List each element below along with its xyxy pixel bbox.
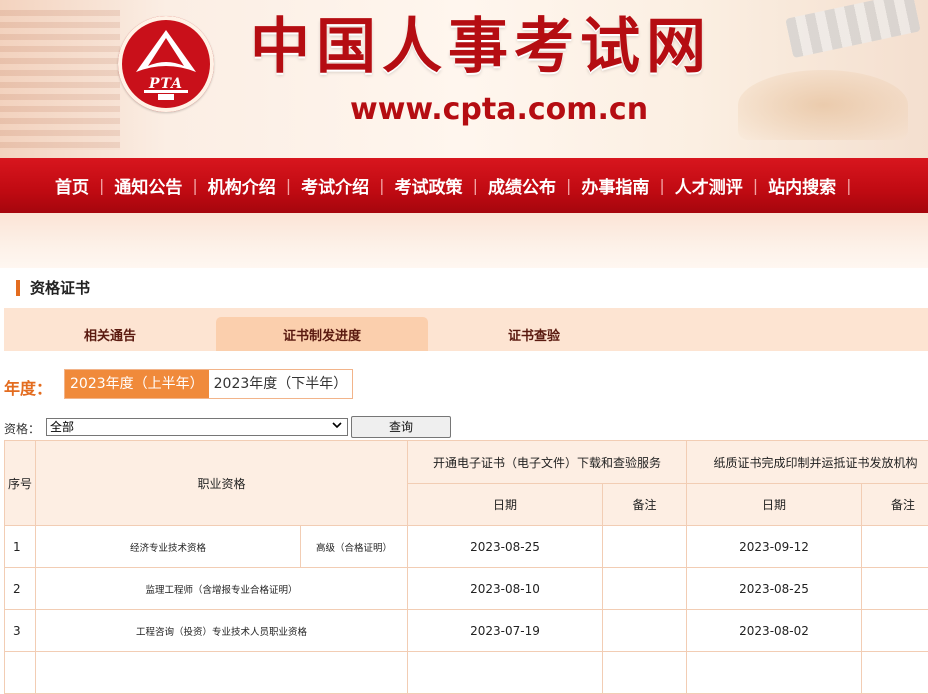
section-title: 资格证书 — [30, 277, 90, 298]
header-no: 序号 — [5, 441, 36, 526]
nav-separator: | — [659, 176, 664, 195]
qualification-filter: 资格： 全部 查询 — [4, 416, 464, 438]
row-no: 2 — [5, 568, 36, 610]
row-no: 3 — [5, 610, 36, 652]
qualification-select[interactable]: 全部 — [46, 418, 348, 436]
header-qualification: 职业资格 — [36, 441, 408, 526]
row-qualification: 经济专业技术资格 — [36, 526, 301, 568]
nav-separator: | — [566, 176, 571, 195]
nav-separator: | — [192, 176, 197, 195]
qualification-select-value: 全部 — [50, 420, 74, 434]
year-options: 2023年度（上半年） 2023年度（下半年） — [64, 369, 353, 399]
nav-item-guide[interactable]: 办事指南 — [581, 173, 649, 198]
row-paper-date: 2023-08-25 — [687, 568, 862, 610]
site-title: 中国人事考试网 — [250, 12, 712, 82]
main-nav: 首页| 通知公告| 机构介绍| 考试介绍| 考试政策| 成绩公布| 办事指南| … — [0, 158, 928, 213]
row-electronic-remark — [603, 610, 687, 652]
row-no: 1 — [5, 526, 36, 568]
row-qualification: 监理工程师（含增报专业合格证明） — [36, 568, 408, 610]
logo-text: PTA — [118, 76, 214, 92]
chevron-down-icon — [331, 419, 343, 436]
row-level: 高级（合格证明） — [301, 526, 408, 568]
row-paper-remark — [862, 568, 928, 610]
section-marker — [16, 280, 20, 296]
row-paper-date: 2023-08-02 — [687, 610, 862, 652]
site-url[interactable]: www.cpta.com.cn — [350, 90, 648, 130]
nav-separator: | — [846, 176, 851, 195]
nav-item-assessment[interactable]: 人才测评 — [675, 173, 743, 198]
tab-related-notices[interactable]: 相关通告 — [4, 317, 216, 351]
section-header: 资格证书 — [4, 268, 928, 309]
nav-separator: | — [473, 176, 478, 195]
header-electronic-date: 日期 — [408, 484, 603, 526]
nav-item-institution[interactable]: 机构介绍 — [208, 173, 276, 198]
pta-roof-icon — [118, 16, 214, 112]
year-option-second-half[interactable]: 2023年度（下半年） — [209, 370, 353, 398]
tab-bar: 相关通告 证书制发进度 证书查验 — [4, 308, 928, 351]
stadium-decoration — [738, 70, 908, 140]
nav-item-search[interactable]: 站内搜索 — [768, 173, 836, 198]
header-paper-group: 纸质证书完成印制并运抵证书发放机构 — [687, 441, 928, 484]
table-row: 3 工程咨询（投资）专业技术人员职业资格 2023-07-19 2023-08-… — [5, 610, 928, 652]
header-paper-remark: 备注 — [862, 484, 928, 526]
table-row: 2 监理工程师（含增报专业合格证明） 2023-08-10 2023-08-25 — [5, 568, 928, 610]
site-banner: PTA 中国人事考试网 www.cpta.com.cn — [0, 0, 928, 158]
nav-separator: | — [753, 176, 758, 195]
nav-item-scores[interactable]: 成绩公布 — [488, 173, 556, 198]
row-qualification: 工程咨询（投资）专业技术人员职业资格 — [36, 610, 408, 652]
great-wall-decoration — [0, 10, 120, 150]
certificate-progress-table: 序号 职业资格 开通电子证书（电子文件）下载和查验服务 纸质证书完成印制并运抵证… — [4, 440, 928, 694]
year-selector: 年度： 2023年度（上半年） 2023年度（下半年） — [4, 369, 504, 399]
row-paper-date: 2023-09-12 — [687, 526, 862, 568]
header-paper-date: 日期 — [687, 484, 862, 526]
nav-item-notices[interactable]: 通知公告 — [114, 173, 182, 198]
pta-logo[interactable]: PTA — [118, 16, 214, 112]
row-electronic-remark — [603, 526, 687, 568]
row-paper-remark — [862, 610, 928, 652]
table-row — [5, 652, 928, 694]
year-label: 年度： — [4, 375, 52, 399]
year-option-first-half[interactable]: 2023年度（上半年） — [65, 370, 209, 398]
row-electronic-date: 2023-08-10 — [408, 568, 603, 610]
satellite-decoration — [785, 0, 920, 58]
query-button[interactable]: 查询 — [351, 416, 451, 438]
table-row: 1 经济专业技术资格 高级（合格证明） 2023-08-25 2023-09-1… — [5, 526, 928, 568]
nav-separator: | — [286, 176, 291, 195]
tab-certificate-verify[interactable]: 证书查验 — [428, 317, 640, 351]
nav-item-exams[interactable]: 考试介绍 — [301, 173, 369, 198]
nav-separator: | — [99, 176, 104, 195]
header-electronic-group: 开通电子证书（电子文件）下载和查验服务 — [408, 441, 687, 484]
tab-certificate-progress[interactable]: 证书制发进度 — [216, 317, 428, 351]
row-electronic-date: 2023-07-19 — [408, 610, 603, 652]
row-paper-remark — [862, 526, 928, 568]
decorative-band — [0, 213, 928, 268]
header-electronic-remark: 备注 — [603, 484, 687, 526]
nav-item-policy[interactable]: 考试政策 — [395, 173, 463, 198]
row-electronic-date: 2023-08-25 — [408, 526, 603, 568]
nav-separator: | — [379, 176, 384, 195]
nav-item-home[interactable]: 首页 — [55, 173, 89, 198]
row-electronic-remark — [603, 568, 687, 610]
qualification-label: 资格： — [4, 420, 40, 437]
